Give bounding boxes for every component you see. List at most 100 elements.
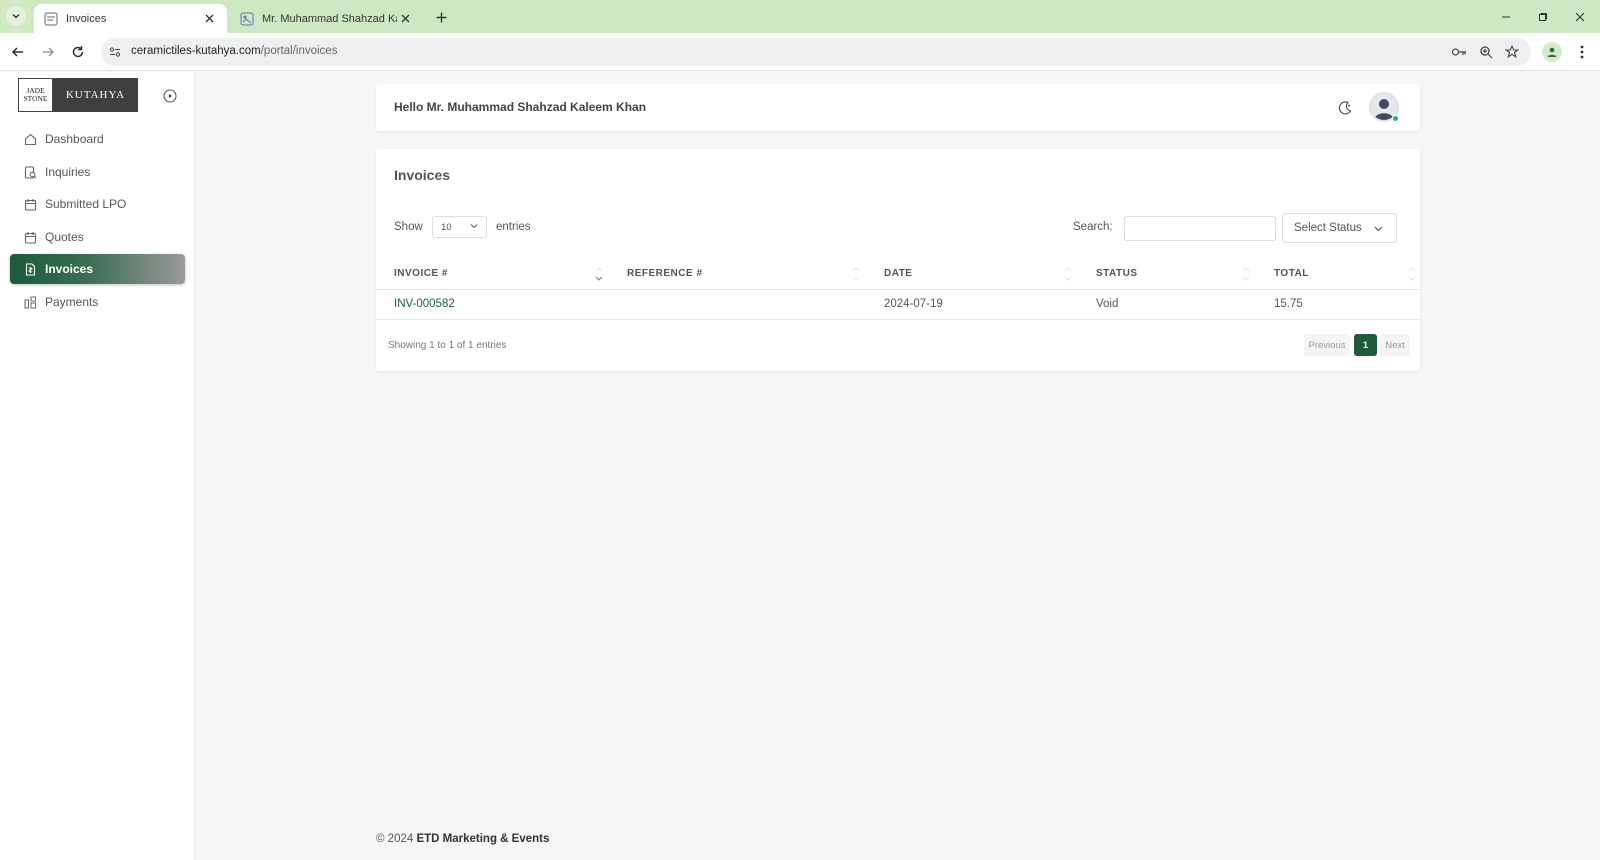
tab-search-button[interactable]	[6, 6, 26, 26]
circle-dot-icon	[163, 89, 177, 103]
sidebar-item-label: Quotes	[45, 230, 84, 244]
url-domain: ceramictiles-kutahya.com	[131, 45, 261, 57]
sidebar-item-label: Invoices	[45, 262, 94, 276]
jade-stone-logo: JADE STONE	[18, 78, 53, 112]
search-input[interactable]	[1124, 216, 1276, 241]
page-length-select[interactable]: 10	[432, 216, 487, 238]
browser-toolbar: ceramictiles-kutahya.com/portal/invoices	[0, 33, 1600, 71]
search-label: Search:	[1073, 221, 1113, 233]
password-key-icon[interactable]	[1450, 43, 1468, 61]
status-filter-label: Select Status	[1294, 222, 1362, 234]
calendar-icon	[23, 197, 37, 211]
sidebar: JADE STONE KUTAHYA Dashboard Inquiries S…	[0, 72, 195, 860]
pagination-next-button[interactable]: Next	[1380, 334, 1410, 356]
greeting-text: Hello Mr. Muhammad Shahzad Kaleem Khan	[394, 100, 647, 114]
sidebar-item-inquiries[interactable]: Inquiries	[10, 157, 185, 187]
site-settings-icon[interactable]	[107, 44, 123, 60]
browser-menu-icon[interactable]	[1574, 42, 1590, 62]
browser-profile-icon[interactable]	[1542, 42, 1562, 62]
date-cell: 2024-07-19	[884, 298, 943, 310]
reload-icon	[72, 46, 84, 58]
chevron-down-icon	[12, 14, 20, 19]
sidebar-item-label: Submitted LPO	[45, 197, 127, 211]
sidebar-item-quotes[interactable]: Quotes	[10, 222, 185, 252]
invoices-card: Invoices Show 10 entries Search: Select …	[376, 149, 1420, 371]
sort-desc-icon[interactable]	[595, 265, 603, 283]
column-header-status[interactable]: STATUS	[1096, 256, 1138, 290]
restore-window-button[interactable]	[1532, 6, 1554, 28]
tab-title: Mr. Muhammad Shahzad Kale	[262, 12, 397, 25]
invoice-icon	[23, 262, 37, 276]
forward-button[interactable]	[37, 41, 59, 63]
inquiry-icon	[23, 165, 37, 179]
browser-tab-bar: Invoices Mr. Muhammad Shahzad Kale	[0, 0, 1600, 33]
page-title: Invoices	[394, 167, 451, 183]
sidebar-item-submitted-lpo[interactable]: Submitted LPO	[10, 189, 185, 219]
dark-mode-toggle[interactable]	[1336, 99, 1354, 117]
table-row: INV-000582 2024-07-19 Void 15.75	[376, 290, 1420, 320]
footer-company: ETD Marketing & Events	[416, 833, 550, 845]
new-tab-button[interactable]	[432, 8, 450, 26]
sidebar-item-label: Inquiries	[45, 165, 91, 179]
total-cell: 15.75	[1274, 298, 1303, 310]
sidebar-item-label: Payments	[45, 295, 99, 309]
back-button[interactable]	[7, 41, 29, 63]
reload-button[interactable]	[67, 41, 89, 63]
close-tab-icon[interactable]	[201, 11, 217, 27]
footer: © 2024 ETD Marketing & Events	[376, 833, 549, 845]
chevron-down-icon	[470, 224, 478, 229]
plus-icon	[436, 12, 446, 22]
bookmark-star-icon[interactable]	[1503, 43, 1521, 61]
entries-label: entries	[496, 221, 531, 233]
column-header-reference[interactable]: REFERENCE #	[627, 256, 703, 290]
address-bar[interactable]: ceramictiles-kutahya.com/portal/invoices	[101, 38, 1531, 66]
page-length-value: 10	[441, 221, 452, 233]
pagination-previous-button[interactable]: Previous	[1304, 334, 1350, 356]
moon-icon	[1338, 101, 1352, 115]
url-path: /portal/invoices	[260, 45, 338, 57]
calendar-icon	[23, 230, 37, 244]
invoice-number-link[interactable]: INV-000582	[394, 298, 455, 310]
close-tab-icon[interactable]	[397, 11, 413, 27]
column-header-total[interactable]: TOTAL	[1274, 256, 1309, 290]
close-window-button[interactable]	[1569, 6, 1591, 28]
chevron-down-icon	[1374, 226, 1383, 232]
url-text: ceramictiles-kutahya.com/portal/invoices	[131, 45, 337, 57]
sidebar-item-payments[interactable]: Payments	[10, 287, 185, 317]
status-cell: Void	[1096, 298, 1119, 310]
close-icon	[1575, 12, 1585, 22]
arrow-left-icon	[11, 47, 23, 57]
zoom-icon[interactable]	[1477, 43, 1495, 61]
sidebar-toggle-button[interactable]	[162, 88, 178, 104]
status-filter-select[interactable]: Select Status	[1282, 213, 1397, 243]
payments-icon	[23, 295, 37, 309]
top-header: Hello Mr. Muhammad Shahzad Kaleem Khan	[376, 84, 1420, 131]
column-header-date[interactable]: DATE	[884, 256, 912, 290]
sidebar-item-label: Dashboard	[45, 132, 104, 146]
browser-tab-invoices[interactable]: Invoices	[34, 4, 227, 33]
minimize-window-button[interactable]	[1495, 6, 1517, 28]
arrow-right-icon	[43, 47, 55, 57]
sort-icon[interactable]	[1242, 265, 1250, 283]
browser-tab-profile[interactable]: Mr. Muhammad Shahzad Kale	[230, 4, 423, 33]
sidebar-item-invoices[interactable]: Invoices	[10, 254, 185, 284]
sort-icon[interactable]	[1408, 265, 1416, 283]
footer-copyright: © 2024	[376, 833, 414, 845]
sort-icon[interactable]	[1064, 265, 1072, 283]
page-favicon-icon	[240, 12, 254, 25]
brand-logo[interactable]: JADE STONE KUTAHYA	[18, 78, 138, 112]
tab-title: Invoices	[66, 12, 107, 25]
kutahya-logo: KUTAHYA	[53, 78, 138, 112]
restore-icon	[1539, 13, 1547, 21]
sort-icon[interactable]	[852, 265, 860, 283]
table-header: INVOICE # REFERENCE # DATE STATUS TOTAL	[376, 256, 1420, 290]
online-status-dot	[1392, 115, 1399, 122]
table-info: Showing 1 to 1 of 1 entries	[388, 340, 507, 351]
logo-left-line2: STONE	[23, 94, 48, 103]
page-favicon-icon	[44, 12, 58, 25]
column-header-invoice[interactable]: INVOICE #	[394, 256, 448, 290]
sidebar-item-dashboard[interactable]: Dashboard	[10, 124, 185, 154]
home-icon	[23, 132, 37, 146]
minimize-icon	[1502, 16, 1510, 18]
pagination-page-1[interactable]: 1	[1354, 334, 1377, 356]
